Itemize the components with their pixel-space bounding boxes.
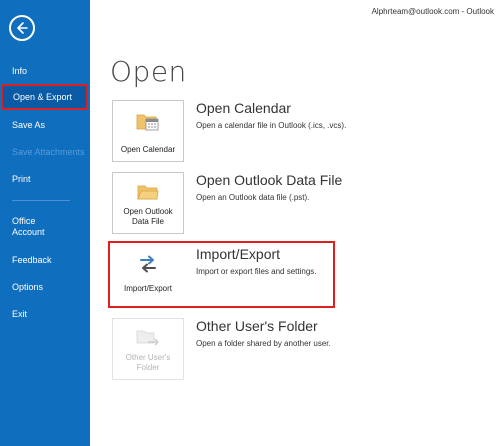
backstage-sidebar: Info Open & Export Save As Save Attachme… (0, 0, 90, 446)
nav-open-export[interactable]: Open & Export (1, 84, 88, 110)
nav-print[interactable]: Print (0, 174, 90, 185)
nav-divider (12, 200, 70, 201)
nav-info[interactable]: Info (0, 66, 90, 77)
shared-folder-icon (136, 328, 160, 353)
tile-label: Other User's Folder (125, 353, 171, 372)
open-data-file-button[interactable]: Open Outlook Data File (112, 172, 184, 234)
option-description: Open an Outlook data file (.pst). (196, 193, 310, 202)
back-arrow-icon (17, 22, 28, 34)
option-description: Open a folder shared by another user. (196, 339, 331, 348)
option-title: Open Calendar (196, 100, 291, 116)
option-title: Open Outlook Data File (196, 172, 343, 188)
tile-label: Open Outlook Data File (123, 207, 173, 226)
page-title: Open (110, 55, 187, 88)
nav-save-as[interactable]: Save As (0, 120, 90, 131)
option-title: Other User's Folder (196, 318, 318, 334)
account-label: Alphrteam@outlook.com - Outlook (371, 7, 494, 16)
nav-save-attachments: Save Attachments (12, 147, 85, 157)
other-users-folder-button: Other User's Folder (112, 318, 184, 380)
folder-icon (137, 183, 159, 206)
highlight-box (108, 241, 335, 308)
nav-office-account[interactable]: Office Account (0, 216, 60, 238)
back-button[interactable] (9, 15, 35, 41)
calendar-folder-icon (136, 111, 160, 136)
option-description: Open a calendar file in Outlook (.ics, .… (196, 121, 347, 130)
open-calendar-button[interactable]: Open Calendar (112, 100, 184, 162)
nav-exit[interactable]: Exit (0, 309, 90, 320)
tile-label: Open Calendar (120, 145, 176, 154)
nav-feedback[interactable]: Feedback (0, 255, 90, 266)
nav-options[interactable]: Options (0, 282, 90, 293)
